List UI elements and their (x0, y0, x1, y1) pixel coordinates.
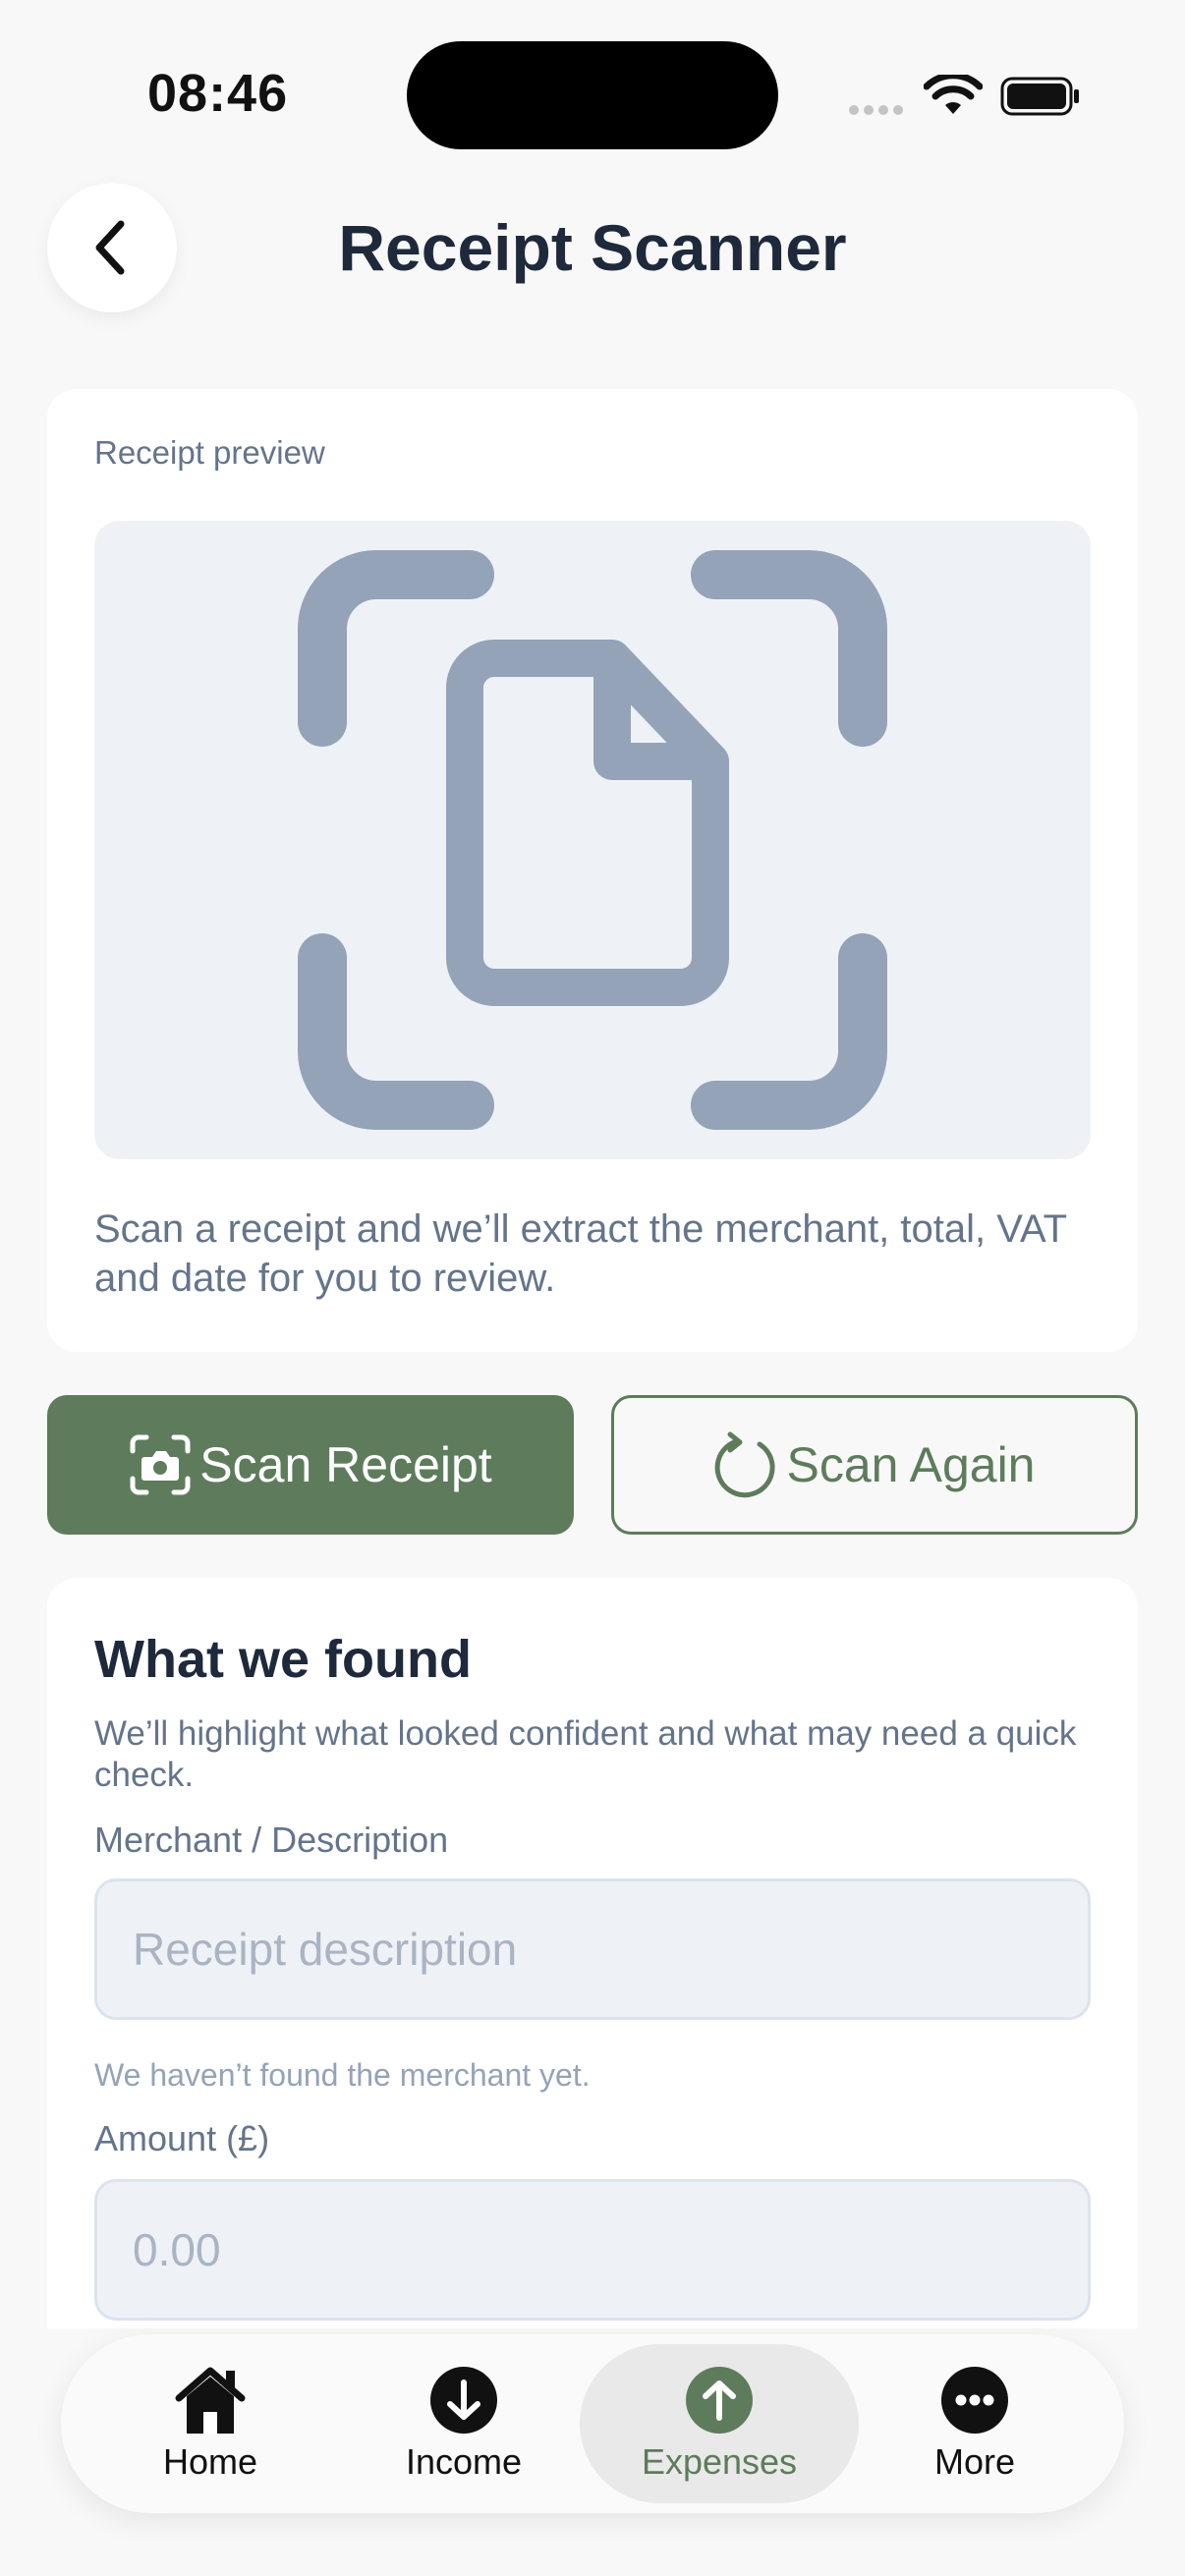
scan-receipt-button[interactable]: Scan Receipt (47, 1395, 574, 1535)
page-title: Receipt Scanner (338, 211, 847, 284)
preview-label: Receipt preview (94, 434, 325, 471)
merchant-label: Merchant / Description (94, 1820, 449, 1860)
tab-more[interactable]: More (847, 2344, 1102, 2503)
dynamic-island (407, 41, 778, 149)
tab-expenses-label: Expenses (641, 2441, 798, 2482)
refresh-icon (714, 1431, 775, 1498)
scan-again-button[interactable]: Scan Again (611, 1395, 1138, 1535)
home-icon (175, 2367, 246, 2434)
status-bar: 08:46 (0, 0, 1185, 177)
status-time: 08:46 (147, 64, 289, 123)
results-title: What we found (94, 1630, 472, 1689)
wifi-icon (924, 75, 983, 114)
merchant-input[interactable]: Receipt description (94, 1878, 1091, 2020)
receipt-preview-area (94, 521, 1091, 1159)
scan-again-label: Scan Again (786, 1437, 1036, 1492)
scan-document-icon (298, 550, 887, 1130)
results-subtitle: We’ll highlight what looked confident an… (94, 1714, 1077, 1794)
tab-expenses[interactable]: Expenses (580, 2344, 859, 2503)
receipt-preview-card: Receipt preview Scan a receipt and we’ll… (47, 389, 1138, 1352)
scan-receipt-label: Scan Receipt (199, 1437, 492, 1492)
tab-home[interactable]: Home (83, 2344, 338, 2503)
tab-income-label: Income (405, 2441, 523, 2482)
preview-help-text: Scan a receipt and we’ll extract the mer… (94, 1207, 1067, 1300)
amount-input[interactable]: 0.00 (94, 2179, 1091, 2321)
cellular-signal-icon (849, 102, 908, 120)
camera-scan-icon (130, 1434, 191, 1495)
bottom-tab-bar: Home Income Expenses More (61, 2334, 1124, 2513)
tab-more-label: More (933, 2441, 1016, 2482)
more-dots-icon (941, 2367, 1008, 2434)
tab-income[interactable]: Income (336, 2344, 592, 2503)
battery-icon (1000, 77, 1079, 116)
arrow-up-circle-icon (686, 2367, 753, 2434)
merchant-hint: We haven’t found the merchant yet. (94, 2057, 591, 2093)
amount-label: Amount (£) (94, 2118, 270, 2158)
tab-home-label: Home (162, 2441, 258, 2482)
arrow-down-circle-icon (430, 2367, 497, 2434)
